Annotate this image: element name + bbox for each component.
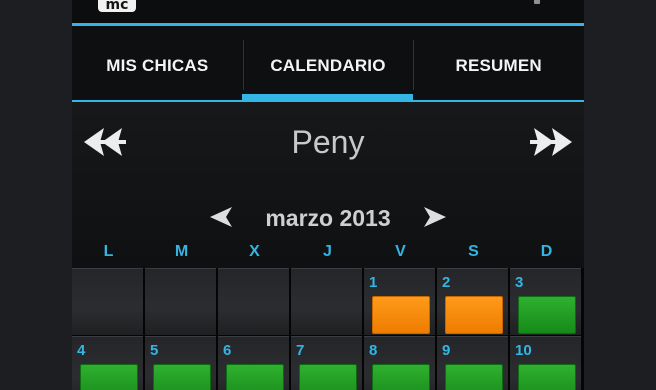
overflow-menu-icon[interactable] [534, 0, 540, 4]
calendar-day-cell[interactable]: 8 [364, 336, 435, 390]
calendar-day-cell[interactable]: 5 [145, 336, 216, 390]
calendar-day-cell[interactable]: 4 [72, 336, 143, 390]
day-number: 2 [442, 274, 451, 291]
calendar-day-cell[interactable]: 7 [291, 336, 362, 390]
tab-resumen[interactable]: RESUMEN [413, 26, 584, 102]
tab-mis-chicas[interactable]: MIS CHICAS [72, 26, 243, 102]
day-number: 3 [515, 274, 524, 291]
calendar-day-cell[interactable] [145, 268, 216, 335]
weekday-label: V [395, 243, 406, 260]
tab-calendario[interactable]: CALENDARIO [242, 26, 414, 102]
calendar-day-cell[interactable]: 2 [437, 268, 508, 335]
day-marker-green [153, 364, 211, 390]
calendar-day-cell[interactable]: 1 [364, 268, 435, 335]
calendar-day-cell[interactable] [291, 268, 362, 335]
day-marker-green [372, 364, 430, 390]
day-marker-green [299, 364, 357, 390]
day-number: 4 [77, 342, 86, 359]
day-number: 9 [442, 342, 451, 359]
day-number: 10 [515, 342, 532, 359]
weekday-label: J [323, 243, 332, 260]
day-marker-green [518, 364, 576, 390]
day-number: 7 [296, 342, 305, 359]
next-girl-icon[interactable] [528, 126, 574, 158]
app-icon[interactable]: mc [98, 0, 136, 12]
calendar-day-cell[interactable]: 6 [218, 336, 289, 390]
weekday-label: L [103, 243, 114, 260]
app-screen: mc MIS CHICAS CALENDARIO RESUMEN Peny ma… [72, 0, 584, 390]
day-marker-green [445, 364, 503, 390]
weekday-label: S [468, 243, 479, 260]
month-label: marzo 2013 [265, 205, 391, 231]
calendar-day-cell[interactable] [72, 268, 143, 335]
calendar-grid: 1 2 3 4 5 6 7 8 9 10 [72, 268, 584, 390]
day-marker-green [226, 364, 284, 390]
day-number: 5 [150, 342, 159, 359]
day-marker-green [518, 296, 576, 334]
day-marker-orange [445, 296, 503, 334]
weekday-label: X [249, 243, 260, 260]
day-marker-orange [372, 296, 430, 334]
day-number: 8 [369, 342, 378, 359]
day-number: 6 [223, 342, 232, 359]
girl-name: Peny [291, 124, 365, 160]
calendar-day-cell[interactable]: 3 [510, 268, 581, 335]
calendar-day-cell[interactable]: 9 [437, 336, 508, 390]
day-marker-green [80, 364, 138, 390]
action-bar: mc [72, 0, 584, 24]
weekday-header: L M X J V S D [72, 242, 584, 266]
tab-bar: MIS CHICAS CALENDARIO RESUMEN [72, 26, 584, 102]
day-number: 1 [369, 274, 378, 291]
next-month-icon[interactable] [422, 206, 448, 228]
weekday-label: D [540, 243, 553, 260]
calendar-day-cell[interactable]: 10 [510, 336, 581, 390]
calendar-header: Peny marzo 2013 L M X J V S D [72, 102, 584, 270]
calendar-day-cell[interactable] [218, 268, 289, 335]
selected-tab-indicator [242, 94, 413, 102]
weekday-label: M [174, 243, 189, 260]
